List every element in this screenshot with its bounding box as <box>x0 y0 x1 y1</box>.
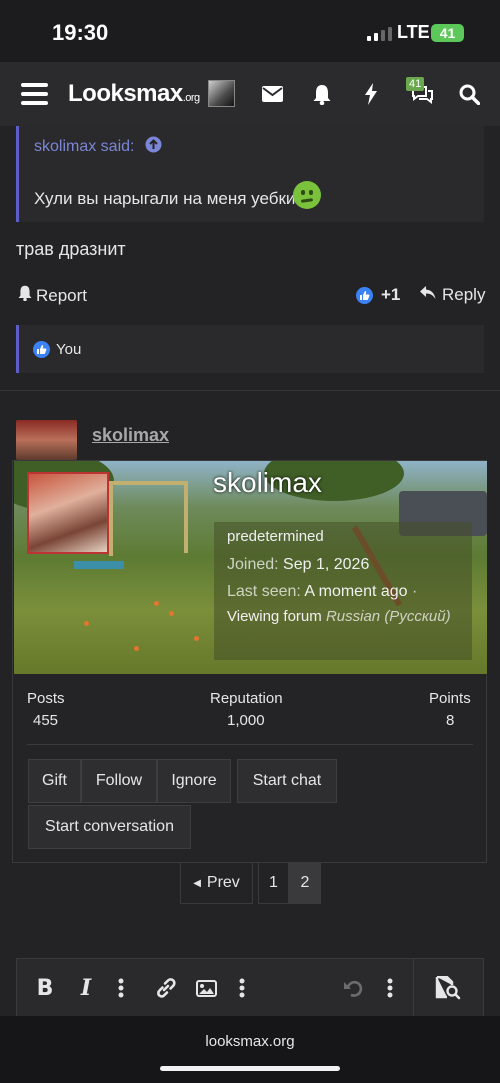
network-type: LTE <box>397 22 430 42</box>
pagination-prev[interactable]: ◀ Prev <box>180 862 253 904</box>
activity-forum-link[interactable]: Russian (Русский) <box>326 608 451 625</box>
member-username[interactable]: skolimax <box>213 467 322 499</box>
thumbs-up-icon <box>356 286 373 304</box>
stats-divider <box>27 744 473 745</box>
member-joined: Joined: Sep 1, 2026 <box>227 556 369 574</box>
start-chat-button[interactable]: Start chat <box>237 759 337 803</box>
bold-icon[interactable]: B <box>35 976 55 1001</box>
more-vertical-icon[interactable] <box>383 976 397 1000</box>
quote-text: Хули вы нарыгали на меня уебки <box>34 189 296 208</box>
quote-author-text: skolimax said: <box>34 138 135 155</box>
more-vertical-icon[interactable] <box>114 976 128 1000</box>
arrow-up-circle-icon[interactable] <box>145 136 162 158</box>
reactions-bar[interactable] <box>16 325 484 373</box>
search-icon[interactable] <box>458 80 480 108</box>
separator-dot: · <box>412 583 418 600</box>
member-title: predetermined <box>227 528 324 545</box>
logo-suffix: .org <box>182 92 200 104</box>
reaction-score: +1 <box>381 285 401 304</box>
stat-reputation-label: Reputation <box>210 690 283 707</box>
activity-prefix: Viewing forum <box>227 608 322 625</box>
italic-icon[interactable]: I <box>76 975 96 1001</box>
start-conversation-button[interactable]: Start conversation <box>28 805 191 849</box>
toolbar-divider <box>413 958 414 1016</box>
stat-posts-value[interactable]: 455 <box>33 712 58 729</box>
stat-posts-label: Posts <box>27 690 65 707</box>
reactions-list[interactable]: You <box>33 341 81 358</box>
post-avatar[interactable] <box>16 420 77 460</box>
ignore-button[interactable]: Ignore <box>157 759 231 803</box>
battery-level: 41 <box>439 25 456 41</box>
battery-icon: 41 <box>431 24 464 42</box>
image-icon[interactable] <box>195 976 217 1000</box>
reply-arrow-icon <box>420 285 436 305</box>
joined-date: Sep 1, 2026 <box>283 556 370 573</box>
logo-text: Looksmax <box>68 80 183 107</box>
bell-icon <box>18 285 32 306</box>
link-icon[interactable] <box>154 976 178 1000</box>
undo-icon[interactable] <box>341 976 365 1000</box>
nauseated-face-emoji <box>293 181 321 209</box>
member-avatar[interactable] <box>27 472 109 554</box>
envelope-icon[interactable] <box>261 80 283 108</box>
stat-points-value[interactable]: 8 <box>446 712 454 729</box>
pagination-page[interactable]: 1 <box>258 862 289 904</box>
caret-left-icon: ◀ <box>193 877 201 889</box>
bolt-icon[interactable] <box>363 80 379 108</box>
more-vertical-icon[interactable] <box>235 976 249 1000</box>
alerts-badge: 41 <box>406 77 425 91</box>
gift-button[interactable]: Gift <box>28 759 81 803</box>
last-seen-value: A moment ago <box>304 583 408 600</box>
post-author-link[interactable]: skolimax <box>92 425 169 446</box>
member-activity: Viewing forum Russian (Русский) <box>227 606 472 628</box>
preview-icon[interactable] <box>434 976 462 1000</box>
top-navbar: Looksmax.org <box>0 62 500 126</box>
stat-reputation-value: 1,000 <box>227 712 265 729</box>
home-indicator[interactable] <box>160 1066 340 1071</box>
signal-icon <box>367 25 392 41</box>
report-button[interactable]: Report <box>18 285 87 306</box>
member-last-seen: Last seen: A moment ago · <box>227 583 417 601</box>
reply-label: Reply <box>442 285 486 304</box>
post-body: трав дразнит <box>16 239 126 259</box>
reaction-button[interactable]: +1 <box>356 285 400 305</box>
browser-url[interactable]: looksmax.org <box>0 1033 500 1050</box>
joined-label: Joined: <box>227 556 279 573</box>
pagination-current-page[interactable]: 2 <box>289 862 321 904</box>
reply-button[interactable]: Reply <box>420 285 485 305</box>
status-time: 19:30 <box>52 20 109 45</box>
status-bar: 19:30 LTE 41 <box>0 0 500 62</box>
reactions-user: You <box>56 341 82 358</box>
bell-icon[interactable] <box>312 80 332 108</box>
report-label: Report <box>36 285 88 305</box>
last-seen-label: Last seen: <box>227 583 301 600</box>
quote-author[interactable]: skolimax said: <box>34 136 162 158</box>
user-avatar[interactable] <box>208 80 235 107</box>
post-divider <box>0 390 500 391</box>
stat-points-label: Points <box>429 690 471 707</box>
site-logo[interactable]: Looksmax.org <box>68 80 200 108</box>
prev-label: Prev <box>206 874 240 891</box>
menu-icon[interactable] <box>20 80 48 108</box>
follow-button[interactable]: Follow <box>81 759 157 803</box>
thumbs-up-icon <box>33 341 50 358</box>
